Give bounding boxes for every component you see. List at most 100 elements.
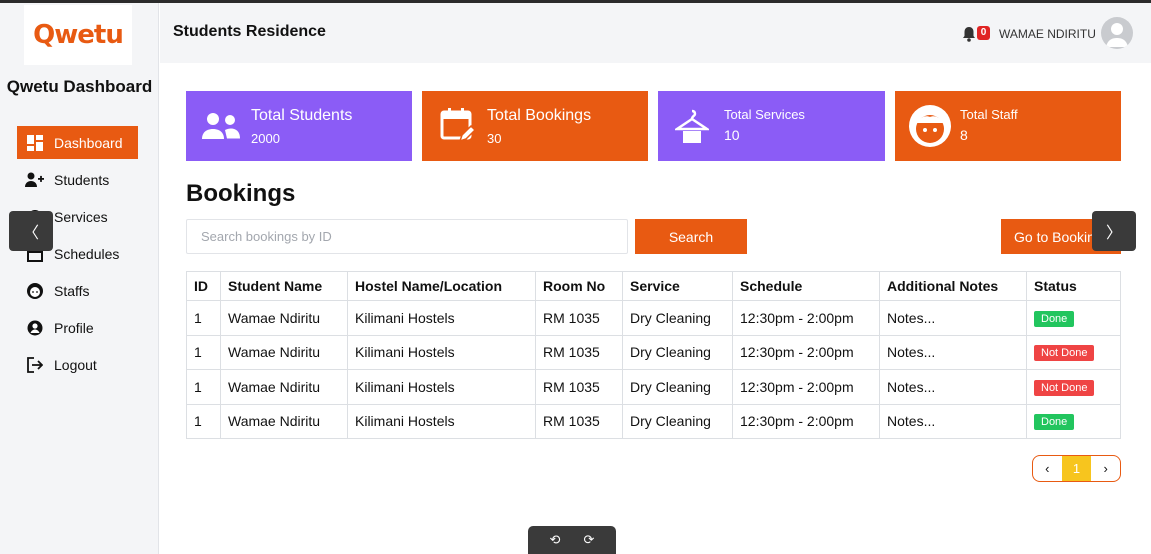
logout-icon bbox=[25, 356, 45, 374]
stat-card-services[interactable]: Total Services 10 bbox=[658, 91, 885, 161]
column-header-student-name: Student Name bbox=[220, 271, 348, 301]
sidebar: Qwetu Qwetu Dashboard Dashboard Students… bbox=[0, 3, 159, 554]
sidebar-item-students[interactable]: Students bbox=[17, 163, 138, 196]
cell-service: Dry Cleaning bbox=[622, 403, 733, 439]
column-header-service: Service bbox=[622, 271, 733, 301]
cell-hostel: Kilimani Hostels bbox=[347, 300, 536, 336]
cell-room-no: RM 1035 bbox=[535, 369, 623, 405]
cell-status: Not Done bbox=[1026, 334, 1121, 370]
viewer-toolbar: ⟲ ⟳ bbox=[528, 526, 616, 554]
stat-card-bookings[interactable]: Total Bookings 30 bbox=[422, 91, 648, 161]
logo-text: Qwetu bbox=[33, 20, 124, 50]
column-header-hostel: Hostel Name/Location bbox=[347, 271, 536, 301]
stat-card-value: 2000 bbox=[251, 131, 280, 146]
table-row[interactable]: 1 Wamae Ndiritu Kilimani Hostels RM 1035… bbox=[186, 403, 1121, 439]
search-button[interactable]: Search bbox=[635, 219, 747, 254]
cell-id: 1 bbox=[186, 334, 221, 370]
bookings-table: ID Student Name Hostel Name/Location Roo… bbox=[186, 271, 1121, 439]
bookings-heading: Bookings bbox=[186, 180, 296, 207]
column-header-schedule: Schedule bbox=[732, 271, 880, 301]
stat-card-value: 10 bbox=[724, 127, 740, 143]
carousel-next-button[interactable]: 〉 bbox=[1092, 211, 1136, 251]
cell-notes: Notes... bbox=[879, 300, 1027, 336]
stat-card-label: Total Services bbox=[724, 107, 805, 122]
sidebar-item-label: Staffs bbox=[54, 282, 90, 299]
sidebar-item-logout[interactable]: Logout bbox=[17, 348, 138, 381]
sidebar-item-label: Dashboard bbox=[54, 134, 123, 151]
table-header-row: ID Student Name Hostel Name/Location Roo… bbox=[186, 271, 1121, 301]
cell-id: 1 bbox=[186, 300, 221, 336]
column-header-status: Status bbox=[1026, 271, 1121, 301]
cell-hostel: Kilimani Hostels bbox=[347, 369, 536, 405]
cell-status: Done bbox=[1026, 300, 1121, 336]
carousel-prev-button[interactable]: 〈 bbox=[9, 211, 53, 251]
cell-student-name: Wamae Ndiritu bbox=[220, 403, 348, 439]
cell-status: Done bbox=[1026, 403, 1121, 439]
page-title: Students Residence bbox=[173, 23, 326, 40]
sidebar-item-label: Logout bbox=[54, 356, 97, 373]
pagination-next-button[interactable]: › bbox=[1091, 456, 1120, 481]
add-user-icon bbox=[25, 171, 45, 189]
cell-service: Dry Cleaning bbox=[622, 369, 733, 405]
cell-schedule: 12:30pm - 2:00pm bbox=[732, 369, 880, 405]
cell-student-name: Wamae Ndiritu bbox=[220, 334, 348, 370]
stat-card-label: Total Bookings bbox=[487, 107, 592, 124]
dashboard-icon bbox=[25, 134, 45, 152]
avatar[interactable] bbox=[1101, 17, 1133, 49]
cell-id: 1 bbox=[186, 403, 221, 439]
bell-icon[interactable] bbox=[962, 26, 976, 42]
top-header: Students Residence 0 WAMAE NDIRITU bbox=[160, 3, 1151, 63]
status-badge: Not Done bbox=[1034, 379, 1095, 396]
stat-card-staff[interactable]: Total Staff 8 bbox=[895, 91, 1121, 161]
pagination-prev-button[interactable]: ‹ bbox=[1033, 456, 1062, 481]
rotate-right-icon[interactable]: ⟳ bbox=[584, 532, 595, 548]
sidebar-item-dashboard[interactable]: Dashboard bbox=[17, 126, 138, 159]
dashboard-title: Qwetu Dashboard bbox=[6, 77, 153, 96]
status-badge: Not Done bbox=[1034, 345, 1095, 362]
table-row[interactable]: 1 Wamae Ndiritu Kilimani Hostels RM 1035… bbox=[186, 300, 1121, 336]
status-badge: Done bbox=[1034, 414, 1075, 431]
sidebar-item-label: Schedules bbox=[54, 245, 120, 262]
hanger-icon bbox=[672, 107, 712, 150]
sidebar-item-label: Services bbox=[54, 208, 108, 225]
column-header-notes: Additional Notes bbox=[879, 271, 1027, 301]
status-badge: Done bbox=[1034, 310, 1075, 327]
cell-student-name: Wamae Ndiritu bbox=[220, 369, 348, 405]
cell-service: Dry Cleaning bbox=[622, 300, 733, 336]
stat-card-value: 30 bbox=[487, 131, 502, 146]
sidebar-nav: Dashboard Students Services Schedules St… bbox=[17, 126, 138, 385]
cell-hostel: Kilimani Hostels bbox=[347, 334, 536, 370]
stat-card-value: 8 bbox=[960, 127, 968, 143]
calendar-edit-icon bbox=[440, 107, 477, 150]
sidebar-item-label: Profile bbox=[54, 319, 94, 336]
table-row[interactable]: 1 Wamae Ndiritu Kilimani Hostels RM 1035… bbox=[186, 334, 1121, 370]
cell-status: Not Done bbox=[1026, 369, 1121, 405]
cell-room-no: RM 1035 bbox=[535, 403, 623, 439]
table-row[interactable]: 1 Wamae Ndiritu Kilimani Hostels RM 1035… bbox=[186, 369, 1121, 405]
stat-card-label: Total Students bbox=[251, 107, 353, 124]
cell-id: 1 bbox=[186, 369, 221, 405]
cell-room-no: RM 1035 bbox=[535, 334, 623, 370]
cell-student-name: Wamae Ndiritu bbox=[220, 300, 348, 336]
profile-icon bbox=[25, 319, 45, 337]
sidebar-item-profile[interactable]: Profile bbox=[17, 311, 138, 344]
students-icon bbox=[202, 111, 242, 146]
sidebar-item-label: Students bbox=[54, 171, 110, 188]
sidebar-item-staffs[interactable]: Staffs bbox=[17, 274, 138, 307]
cell-schedule: 12:30pm - 2:00pm bbox=[732, 403, 880, 439]
logo[interactable]: Qwetu bbox=[24, 5, 132, 65]
cell-notes: Notes... bbox=[879, 334, 1027, 370]
cell-service: Dry Cleaning bbox=[622, 334, 733, 370]
user-name[interactable]: WAMAE NDIRITU bbox=[999, 27, 1096, 41]
rotate-left-icon[interactable]: ⟲ bbox=[550, 532, 561, 548]
pagination-page-current[interactable]: 1 bbox=[1061, 456, 1092, 481]
cell-notes: Notes... bbox=[879, 403, 1027, 439]
stat-card-label: Total Staff bbox=[960, 107, 1018, 122]
stat-card-students[interactable]: Total Students 2000 bbox=[186, 91, 412, 161]
column-header-room-no: Room No bbox=[535, 271, 623, 301]
cell-room-no: RM 1035 bbox=[535, 300, 623, 336]
pagination: ‹ 1 › bbox=[1032, 455, 1121, 482]
notification-badge: 0 bbox=[977, 26, 990, 40]
search-input[interactable] bbox=[186, 219, 628, 254]
staff-icon bbox=[25, 282, 45, 300]
